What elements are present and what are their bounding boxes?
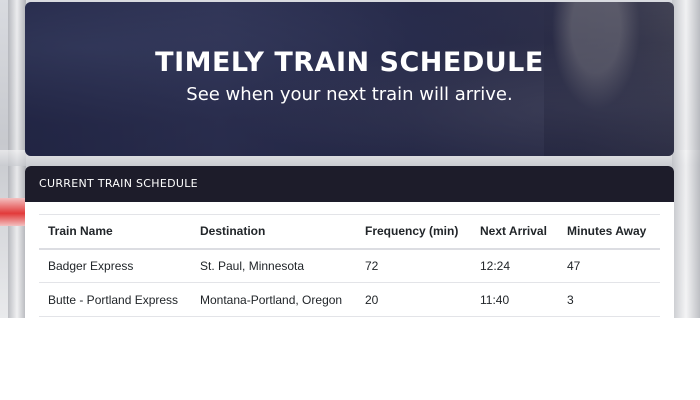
column-header-train-name: Train Name [48, 224, 113, 239]
cell-next-arrival: 11:40 [480, 292, 510, 307]
column-header-next-arrival: Next Arrival [480, 224, 547, 239]
table-row: Butte - Portland Express Montana-Portlan… [39, 283, 660, 317]
column-header-destination: Destination [200, 224, 266, 239]
cell-destination: St. Paul, Minnesota [200, 258, 305, 273]
cell-train-name: Badger Express [48, 258, 134, 273]
cell-destination: Montana-Portland, Oregon [200, 292, 343, 307]
cell-train-name: Butte - Portland Express [48, 292, 179, 307]
cell-frequency: 72 [365, 258, 379, 273]
cell-minutes-away: 3 [567, 292, 574, 307]
schedule-card: CURRENT TRAIN SCHEDULE Train Name Destin… [25, 166, 674, 318]
hero-overlay [25, 2, 674, 156]
column-header-frequency: Frequency (min) [365, 224, 459, 239]
table-row: Badger Express St. Paul, Minnesota 72 12… [39, 249, 660, 283]
cell-next-arrival: 12:24 [480, 258, 511, 273]
hero-banner: TIMELY TRAIN SCHEDULE See when your next… [25, 2, 674, 156]
cell-frequency: 20 [365, 292, 379, 307]
schedule-card-header: CURRENT TRAIN SCHEDULE [25, 166, 674, 202]
column-header-minutes-away: Minutes Away [567, 224, 647, 239]
table-header-row: Train Name Destination Frequency (min) N… [39, 214, 660, 249]
cell-minutes-away: 47 [567, 258, 581, 273]
background-pole [672, 0, 700, 318]
schedule-table: Train Name Destination Frequency (min) N… [39, 214, 660, 317]
hero-title: TIMELY TRAIN SCHEDULE [155, 47, 544, 78]
hero-subtitle: See when your next train will arrive. [186, 84, 513, 105]
